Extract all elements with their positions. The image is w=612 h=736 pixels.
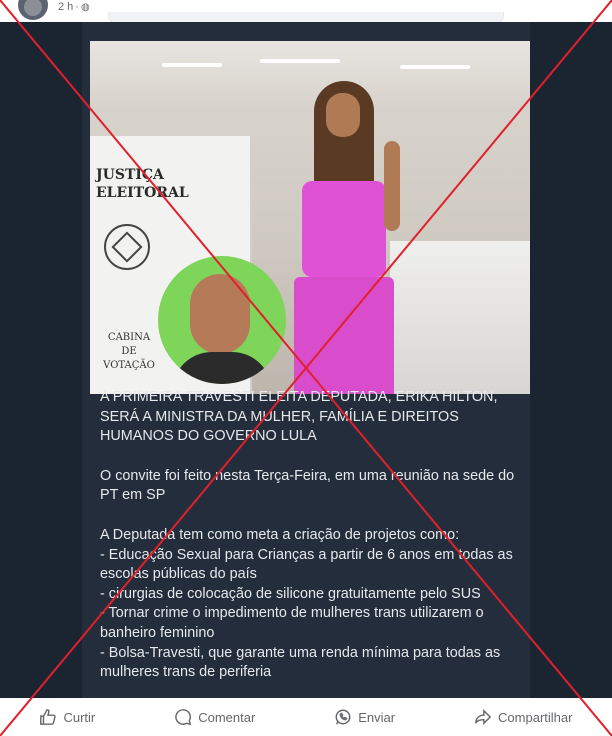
post-media[interactable]: JUSTIÇA ELEITORAL CABINA DE VOTAÇÃO A PR…	[0, 22, 612, 698]
post-photo[interactable]: JUSTIÇA ELEITORAL CABINA DE VOTAÇÃO	[90, 41, 530, 394]
counter	[390, 241, 530, 394]
share-label: Compartilhar	[498, 709, 573, 725]
like-button[interactable]: Curtir	[39, 708, 95, 726]
post-time[interactable]: 2 h	[58, 1, 73, 13]
booth-label: JUSTIÇA ELEITORAL	[96, 167, 189, 201]
post-action-bar: Curtir Comentar Enviar Compartilhar	[0, 698, 612, 736]
booth-sublabel: CABINA DE VOTAÇÃO	[103, 332, 155, 371]
globe-icon: ◍	[80, 1, 90, 13]
author-avatar[interactable]	[18, 0, 48, 20]
comment-label: Comentar	[198, 709, 256, 725]
coat-of-arms-icon	[104, 224, 150, 270]
post-meta: 2 h · ◍	[58, 1, 90, 13]
send-button[interactable]: Enviar	[334, 708, 395, 726]
send-label: Enviar	[358, 709, 396, 725]
thumbs-up-icon	[40, 709, 57, 725]
caption-headline: A PRIMEIRA TRAVESTI ELEITA DEPUTADA, ERI…	[100, 389, 498, 445]
like-label: Curtir	[63, 709, 96, 725]
share-button[interactable]: Compartilhar	[474, 708, 572, 726]
post-header: 2 h · ◍	[0, 0, 612, 25]
reaction-face-overlay	[158, 256, 286, 384]
share-arrow-icon	[475, 708, 492, 726]
comment-bubble-icon	[175, 709, 192, 726]
whatsapp-icon	[335, 709, 351, 725]
person-figure	[286, 81, 406, 394]
caption-paragraph: A Deputada tem como meta a criação de pr…	[100, 526, 513, 681]
post-caption: A PRIMEIRA TRAVESTI ELEITA DEPUTADA, ERI…	[100, 388, 522, 683]
comment-button[interactable]: Comentar	[174, 708, 255, 726]
caption-paragraph: O convite foi feito nesta Terça-Feira, e…	[100, 467, 515, 504]
